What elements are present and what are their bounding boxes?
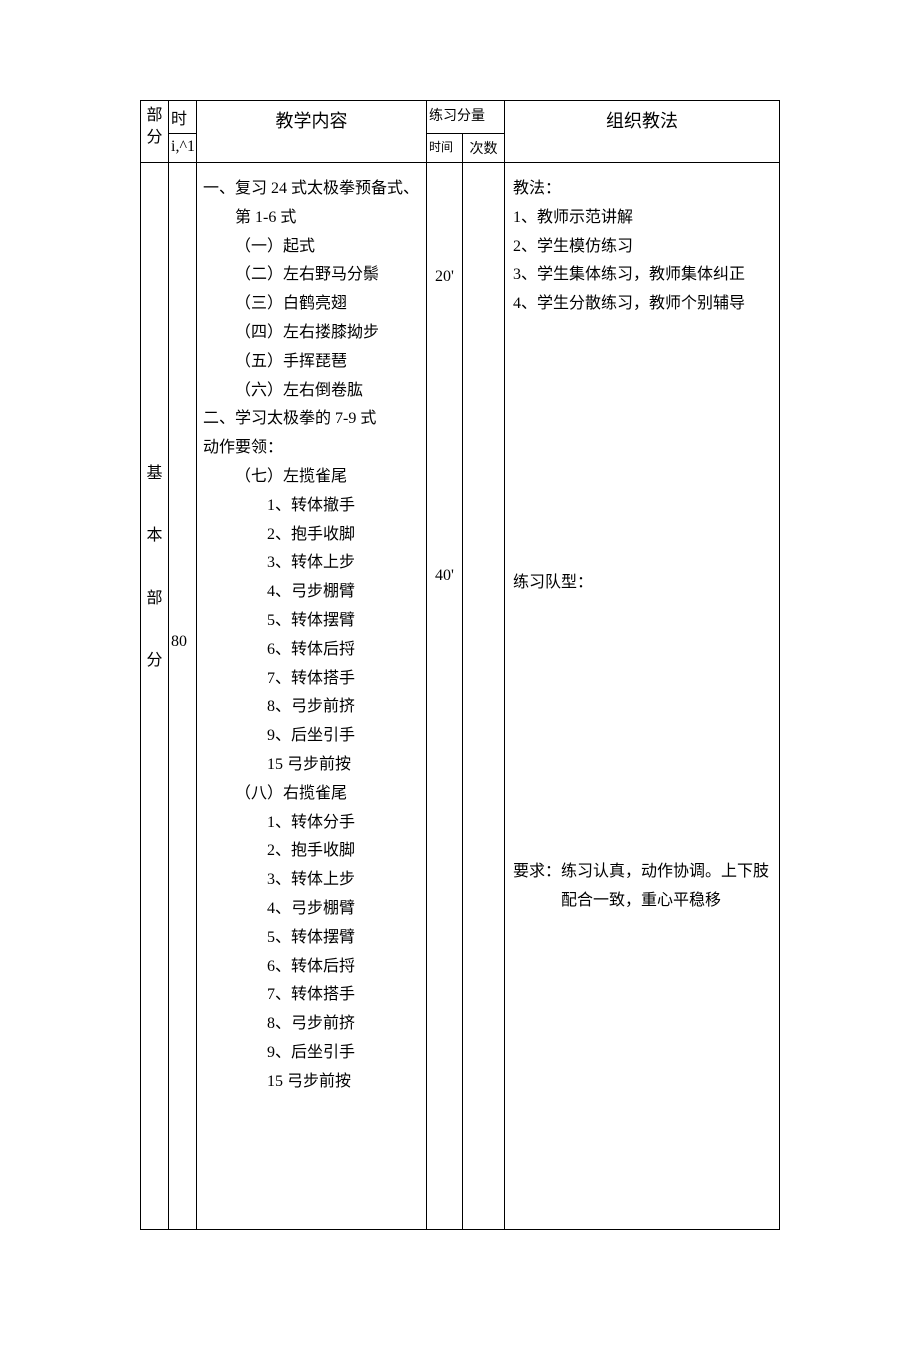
s2b-head: （八）右揽雀尾 (235, 780, 420, 809)
jiaofa-item: 3、学生集体练习，教师集体纠正 (513, 261, 771, 290)
s2a-item: 8、弓步前挤 (267, 693, 420, 722)
sec2-title: 二、学习太极拳的 7-9 式 (203, 405, 420, 434)
jiaofa-item: 2、学生模仿练习 (513, 233, 771, 262)
jiaofa-item: 1、教师示范讲解 (513, 204, 771, 233)
s2b-item: 7、转体搭手 (267, 981, 420, 1010)
s2b-item: 2、抱手收脚 (267, 837, 420, 866)
s2b-item: 1、转体分手 (267, 809, 420, 838)
s2a-item: 2、抱手收脚 (267, 521, 420, 550)
cell-cishu (463, 163, 505, 1230)
s2a-item: 1、转体撤手 (267, 492, 420, 521)
cell-time: 20' 40' (427, 163, 463, 1230)
s2b-item: 9、后坐引手 (267, 1039, 420, 1068)
duixing-block: 练习队型： (513, 569, 771, 598)
duixing-label: 练习队型： (513, 569, 771, 598)
s2b-item: 6、转体后捋 (267, 953, 420, 982)
yaoqiu-block: 要求：练习认真，动作协调。上下肢配合一致，重心平稳移 (513, 858, 771, 916)
sec1-sub: 第 1-6 式 (235, 204, 420, 233)
s1-item: （三）白鹤亮翅 (235, 290, 420, 319)
bufen-char: 分 (146, 652, 162, 669)
s1-item: （四）左右搂膝拗步 (235, 319, 420, 348)
s2b-item: 4、弓步棚臂 (267, 895, 420, 924)
s1-item: （二）左右野马分鬃 (235, 261, 420, 290)
hdr-method: 组织教法 (505, 101, 780, 163)
sec1-title: 一、复习 24 式太极拳预备式、 (203, 175, 420, 204)
hdr-content: 教学内容 (197, 101, 427, 163)
s2a-item: 15 弓步前按 (267, 751, 420, 780)
s2a-item: 7、转体搭手 (267, 665, 420, 694)
s2a-item: 5、转体摆臂 (267, 607, 420, 636)
s2b-item: 5、转体摆臂 (267, 924, 420, 953)
hdr-bufen: 部分 (141, 101, 169, 163)
body-row: 基 本 部 分 80 一、复习 24 式太极拳预备式、 第 1-6 式 （一）起… (141, 163, 780, 1230)
s2a-item: 9、后坐引手 (267, 722, 420, 751)
jiaofa-block: 教法： 1、教师示范讲解 2、学生模仿练习 3、学生集体练习，教师集体纠正 4、… (513, 175, 771, 319)
s1-item: （六）左右倒卷肱 (235, 377, 420, 406)
s1-item: （五）手挥琵琶 (235, 348, 420, 377)
hdr-shi-2: i,^1 (169, 134, 197, 163)
lbl-bufen-1: 部分 (146, 107, 162, 146)
cell-content: 一、复习 24 式太极拳预备式、 第 1-6 式 （一）起式 （二）左右野马分鬃… (197, 163, 427, 1230)
s1-item: （一）起式 (235, 233, 420, 262)
bufen-char: 本 (146, 527, 162, 544)
lesson-plan-table: 部分 时 教学内容 练习分量 组织教法 i,^1 时间 次数 基 本 部 分 8… (140, 100, 780, 1230)
s2a-head: （七）左揽雀尾 (235, 463, 420, 492)
s2b-item: 8、弓步前挤 (267, 1010, 420, 1039)
hdr-cishu: 次数 (463, 134, 505, 163)
hdr-fenliang: 练习分量 (427, 101, 505, 134)
bufen-char: 部 (146, 590, 162, 607)
s2a-item: 4、弓步棚臂 (267, 578, 420, 607)
cell-shi: 80 (169, 163, 197, 1230)
time-1: 20' (428, 263, 461, 292)
jiaofa-item: 4、学生分散练习，教师个别辅导 (513, 290, 771, 319)
s2a-item: 6、转体后捋 (267, 636, 420, 665)
cell-bufen: 基 本 部 分 (141, 163, 169, 1230)
jiaofa-label: 教法： (513, 175, 771, 204)
sec2-sub: 动作要领： (203, 434, 420, 463)
time-2: 40' (428, 562, 461, 591)
header-row-1: 部分 时 教学内容 练习分量 组织教法 (141, 101, 780, 134)
bufen-char: 基 (146, 465, 162, 482)
cell-method: 教法： 1、教师示范讲解 2、学生模仿练习 3、学生集体练习，教师集体纠正 4、… (505, 163, 780, 1230)
hdr-shijian: 时间 (427, 134, 463, 163)
s2b-item: 3、转体上步 (267, 866, 420, 895)
hdr-shi-1: 时 (169, 101, 197, 134)
s2a-item: 3、转体上步 (267, 549, 420, 578)
s2b-item: 15 弓步前按 (267, 1068, 420, 1097)
